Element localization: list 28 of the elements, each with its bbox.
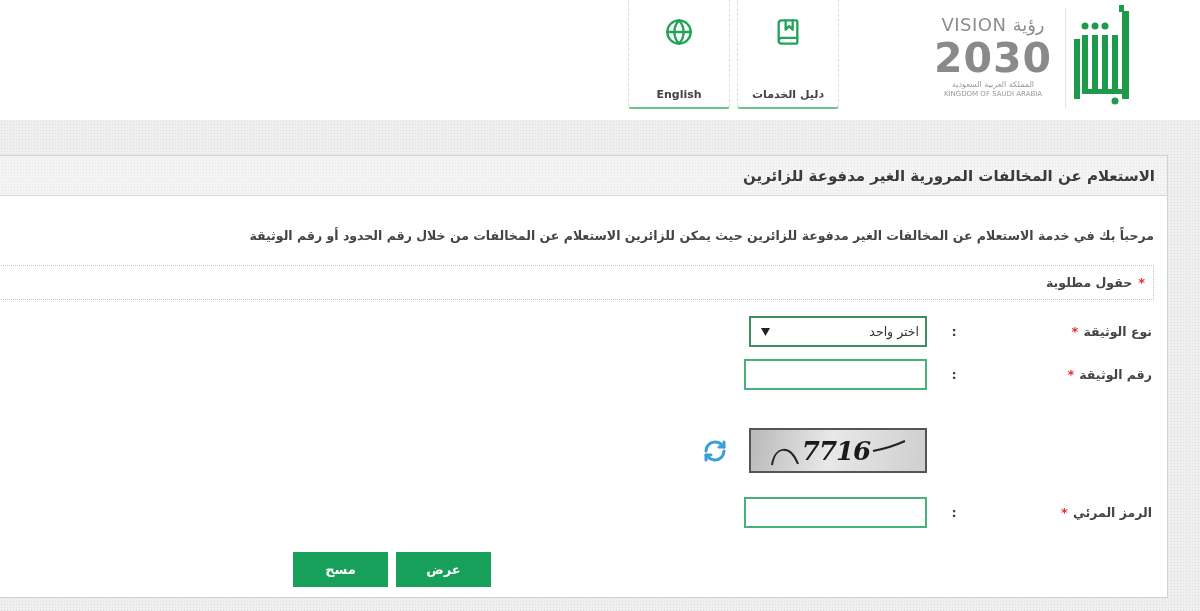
panel-title: الاستعلام عن المخالفات المرورية الغير مدفوعة للزائرين [743,166,1155,185]
input-field[interactable] [744,497,927,528]
field-label: رقم الوثيقة [1079,367,1152,382]
line-scribble-icon [872,439,907,452]
field-label: نوع الوثيقة [1083,324,1152,339]
input-field[interactable] [744,359,927,390]
colon-separator: : [951,324,957,339]
required-mark: * [1071,324,1079,339]
bars-logo-icon [1074,5,1130,105]
captcha-code: 7716 [801,435,871,466]
required-mark: * [1067,367,1075,382]
required-mark: * [1138,275,1145,290]
required-mark: * [1061,505,1068,520]
field-label: الرمز المرئي [1072,505,1152,520]
country-name-text: المملكة العربية السعودية [951,80,1035,90]
globe-icon [665,18,693,46]
services-guide-link[interactable]: دليل الخدمات [737,0,839,109]
vision-year-text: 2030 [933,36,1053,80]
required-note-text: حقول مطلوبة [1046,275,1133,290]
colon-separator: : [951,367,957,382]
caret-icon [761,327,770,336]
intro-text: مرحباً بك في خدمة الاستعلام عن المخالفات الغير مدفوعة للزائرين حيث يمكن للزائرين الاستعلام عن المخالفات من خلال رقم الحدود أو رقم الوثيقة [248,226,1154,246]
colon-separator: : [951,505,957,520]
vision-logo-text: VISION [941,14,1007,36]
document-type-select[interactable]: اختر واحد [749,316,927,347]
vision-logo-text: رؤية [1012,14,1045,36]
refresh-icon[interactable] [703,438,727,463]
language-link[interactable]: English [628,0,730,109]
